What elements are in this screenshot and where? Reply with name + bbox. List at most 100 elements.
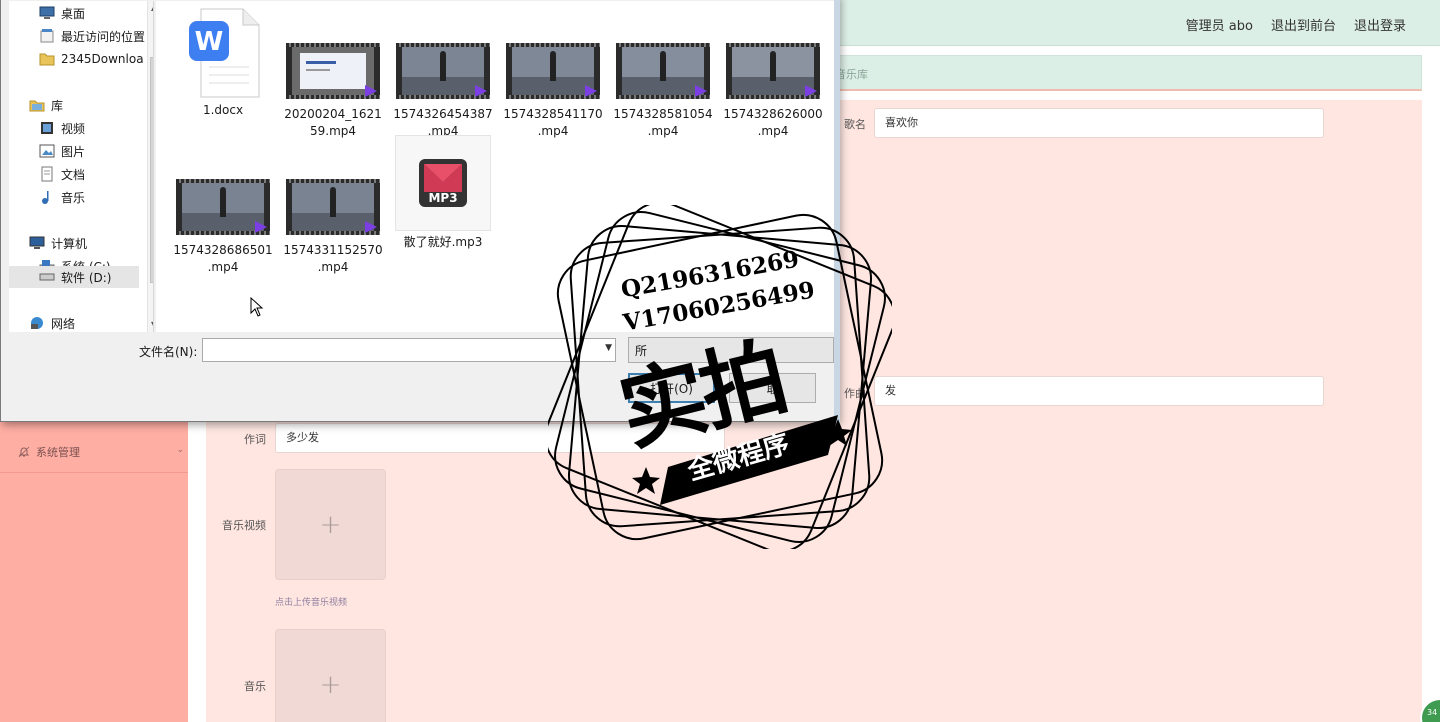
file-type-filter-label: 所	[635, 343, 648, 358]
scroll-down-icon[interactable]: ▼	[151, 320, 153, 329]
nav-item-pictures[interactable]: 图片	[39, 140, 85, 162]
video-thumbnail	[615, 41, 711, 103]
network-icon	[29, 315, 45, 331]
file-name: 1.docx	[202, 103, 244, 117]
exit-to-front-link[interactable]: 退出到前台	[1271, 15, 1336, 34]
nav-item-drive-d[interactable]: 软件 (D:)	[9, 266, 139, 288]
nav-item-label: 软件 (D:)	[61, 270, 112, 285]
folder-icon	[39, 51, 55, 67]
file-name-ext: 59.mp4	[309, 124, 357, 138]
nav-item-label: 音乐	[61, 190, 86, 205]
file-item[interactable]: MP3 散了就好.mp3	[388, 135, 498, 251]
filename-label: 文件名(N):	[139, 345, 198, 359]
logout-link[interactable]: 退出登录	[1354, 15, 1406, 34]
file-item[interactable]: 1574328581054 .mp4	[608, 41, 718, 140]
file-name: 1574328626000	[723, 107, 823, 121]
nav-item-label: 库	[51, 98, 64, 113]
file-item[interactable]: 1574328541170 .mp4	[498, 41, 608, 140]
nav-item-library[interactable]: 库	[29, 94, 63, 116]
music-upload[interactable]: +	[275, 629, 386, 722]
plus-icon: +	[319, 509, 342, 540]
dialog-file-list: W 1.docx 20200204_1621 59.mp4 1574326454387.…	[156, 1, 834, 332]
file-item[interactable]: W 1.docx	[168, 7, 278, 119]
floating-badge[interactable]: 34	[1420, 698, 1440, 722]
cancel-button[interactable]: 取	[729, 373, 816, 403]
file-item[interactable]: 1574326454387 .mp4	[388, 41, 498, 140]
nav-item-documents[interactable]: 文档	[39, 163, 85, 185]
file-name: 1574331152570	[283, 243, 383, 257]
sidebar-item-system-management[interactable]: 系统管理 ⌄	[0, 431, 188, 473]
file-name: 1574328541170	[503, 107, 603, 121]
file-item[interactable]: 1574331152570 .mp4	[278, 177, 388, 276]
svg-text:MP3: MP3	[428, 191, 457, 205]
open-button-label: 打开(O)	[650, 381, 693, 396]
nav-item-label: 最近访问的位置	[61, 29, 146, 44]
composer-input[interactable]: 发	[874, 376, 1324, 406]
nav-item-desktop[interactable]: 桌面	[39, 2, 85, 24]
video-thumbnail	[285, 41, 381, 103]
dialog-nav-pane: 桌面 最近访问的位置 2345Downloa 库 视频 图片 文档 音乐 计算机…	[9, 1, 154, 332]
pictures-icon	[39, 143, 55, 159]
file-item[interactable]: 1574328626000 .mp4	[718, 41, 828, 140]
computer-icon	[29, 235, 45, 251]
mouse-cursor-icon	[250, 297, 264, 317]
bell-icon	[18, 446, 30, 458]
sidebar-item-label: 系统管理	[36, 445, 80, 459]
desktop-icon	[39, 5, 55, 21]
scroll-up-icon[interactable]: ▲	[151, 3, 153, 12]
file-name: 散了就好.mp3	[403, 235, 483, 249]
file-name: 1574326454387	[393, 107, 493, 121]
admin-user-label[interactable]: 管理员 abo	[1186, 15, 1253, 34]
file-name-ext: .mp4	[757, 124, 789, 138]
file-name: 1574328581054	[613, 107, 713, 121]
recent-places-icon	[39, 28, 55, 44]
library-icon	[29, 97, 45, 113]
svg-text:W: W	[195, 27, 224, 57]
dialog-frame	[834, 0, 840, 423]
file-item[interactable]: 20200204_1621 59.mp4	[278, 41, 388, 140]
chevron-down-icon: ⌄	[176, 445, 184, 455]
filename-input[interactable]: ▼	[202, 338, 616, 362]
nav-item-label: 网络	[51, 316, 76, 331]
video-thumbnail	[505, 41, 601, 103]
word-document-icon: W	[183, 7, 263, 99]
file-type-filter[interactable]: 所	[628, 337, 834, 363]
song-name-input[interactable]: 喜欢你	[874, 108, 1324, 138]
file-name-ext: .mp4	[317, 260, 349, 274]
scrollbar-thumb[interactable]	[150, 57, 153, 283]
top-bar-actions: 管理员 abo 退出到前台 退出登录	[1186, 15, 1406, 34]
video-thumbnail	[175, 177, 271, 239]
nav-item-computer[interactable]: 计算机	[29, 232, 87, 254]
nav-item-label: 视频	[61, 121, 86, 136]
chevron-down-icon[interactable]: ▼	[605, 343, 612, 353]
documents-icon	[39, 166, 55, 182]
nav-item-music[interactable]: 音乐	[39, 186, 85, 208]
nav-item-label: 计算机	[51, 236, 88, 251]
music-video-upload[interactable]: +	[275, 469, 386, 580]
file-name: 20200204_1621	[284, 107, 382, 121]
nav-item-label: 图片	[61, 144, 86, 159]
nav-item-recent[interactable]: 最近访问的位置	[39, 25, 145, 47]
file-name-ext: .mp4	[647, 124, 679, 138]
mp3-file-icon: MP3	[395, 135, 491, 231]
cancel-button-label: 取	[766, 381, 779, 396]
file-open-dialog: 桌面 最近访问的位置 2345Downloa 库 视频 图片 文档 音乐 计算机…	[0, 0, 840, 423]
nav-item-label: 2345Downloa	[61, 52, 144, 66]
nav-item-videos[interactable]: 视频	[39, 117, 85, 139]
video-thumbnail	[725, 41, 821, 103]
file-item[interactable]: 1574328686501 .mp4	[168, 177, 278, 276]
nav-pane-scrollbar[interactable]: ▲ ▼	[147, 1, 153, 332]
nav-item-downloads[interactable]: 2345Downloa	[39, 48, 144, 70]
file-name: 1574328686501	[173, 243, 273, 257]
lyricist-input[interactable]: 多少发	[275, 423, 725, 453]
plus-icon: +	[319, 669, 342, 700]
file-name-ext: .mp4	[207, 260, 239, 274]
nav-item-label: 文档	[61, 167, 86, 182]
music-label: 音乐	[244, 680, 266, 693]
music-icon	[39, 189, 55, 205]
nav-item-label: 桌面	[61, 6, 86, 21]
open-button[interactable]: 打开(O)	[628, 373, 715, 403]
drive-d-icon	[39, 269, 55, 285]
nav-item-network[interactable]: 网络	[29, 312, 75, 332]
music-video-upload-hint[interactable]: 点击上传音乐视频	[275, 595, 347, 608]
